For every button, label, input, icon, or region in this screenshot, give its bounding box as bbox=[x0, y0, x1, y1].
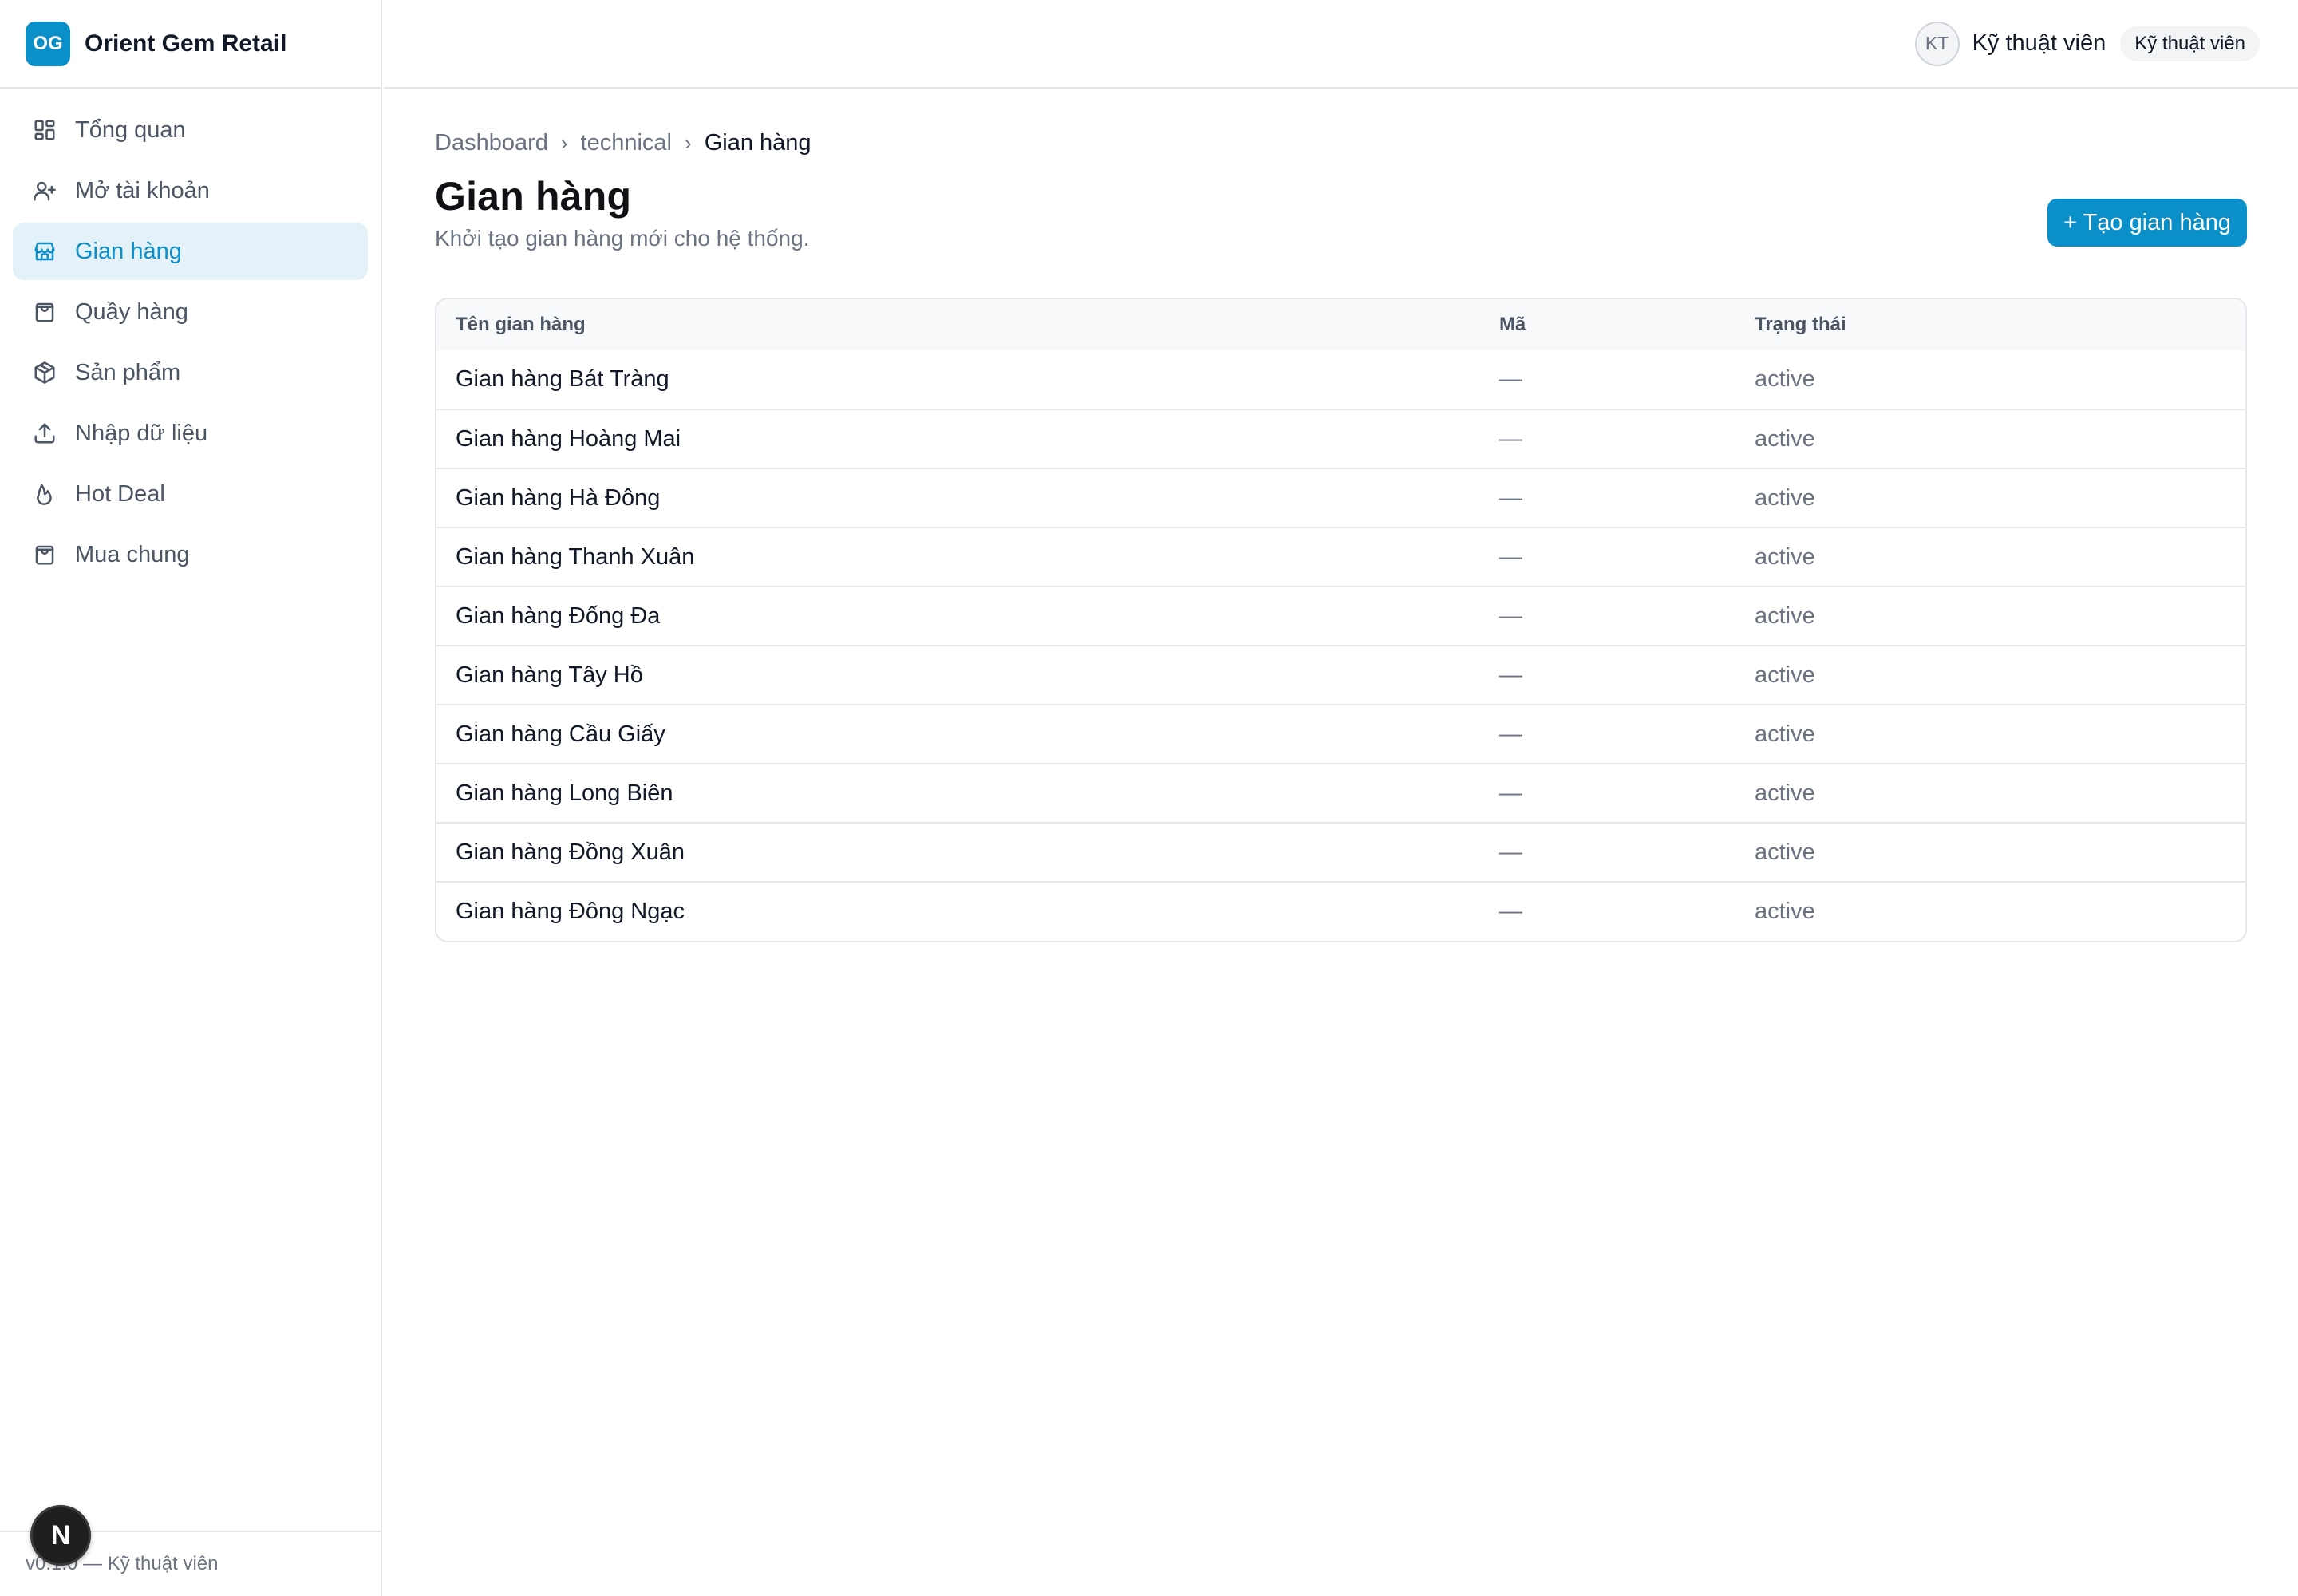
sidebar-item-label: Gian hàng bbox=[75, 238, 182, 264]
store-code: — bbox=[1499, 721, 1522, 747]
table-row[interactable]: Gian hàng Hà Đông — active bbox=[436, 468, 2245, 527]
user-name: Kỹ thuật viên bbox=[1972, 30, 2106, 56]
column-header-status[interactable]: Trạng thái bbox=[1735, 299, 2245, 350]
page-title: Gian hàng bbox=[435, 174, 632, 219]
table-row[interactable]: Gian hàng Đông Ngạc — active bbox=[436, 882, 2245, 941]
top-header: KT Kỹ thuật viên Kỹ thuật viên bbox=[384, 0, 2298, 89]
brand-logo: OG bbox=[26, 21, 70, 66]
stores-table: Tên gian hàng Mã Trạng thái Gian hàng Bá… bbox=[435, 298, 2247, 942]
role-badge: Kỹ thuật viên bbox=[2120, 26, 2260, 61]
store-name: Gian hàng Đông Ngạc bbox=[456, 899, 685, 924]
table-row[interactable]: Gian hàng Bát Tràng — active bbox=[436, 350, 2245, 409]
brand-name: Orient Gem Retail bbox=[85, 30, 287, 57]
table-header-row: Tên gian hàng Mã Trạng thái bbox=[436, 299, 2245, 350]
store-name: Gian hàng Long Biên bbox=[456, 780, 673, 806]
store-name: Gian hàng Hà Đông bbox=[456, 484, 661, 511]
store-name: Gian hàng Đống Đa bbox=[456, 602, 661, 629]
sidebar-item-mo-tai-khoan[interactable]: Mở tài khoản bbox=[13, 162, 368, 219]
brand[interactable]: OG Orient Gem Retail bbox=[0, 0, 381, 89]
column-header-name[interactable]: Tên gian hàng bbox=[436, 299, 1480, 350]
sidebar: OG Orient Gem Retail Tổng quan Mở tài kh… bbox=[0, 0, 382, 1596]
store-code: — bbox=[1499, 425, 1522, 452]
store-name: Gian hàng Thanh Xuân bbox=[456, 543, 695, 570]
breadcrumb: Dashboard › technical › Gian hàng bbox=[435, 127, 2247, 159]
dev-tools-badge[interactable]: N bbox=[30, 1505, 91, 1566]
breadcrumb-link-dashboard[interactable]: Dashboard bbox=[435, 130, 548, 156]
store-code: — bbox=[1499, 662, 1522, 688]
store-status: active bbox=[1755, 839, 1815, 865]
store-status: active bbox=[1755, 780, 1815, 806]
store-code: — bbox=[1499, 602, 1522, 629]
store-icon bbox=[32, 239, 57, 264]
column-header-code[interactable]: Mã bbox=[1480, 299, 1735, 350]
breadcrumb-link-technical[interactable]: technical bbox=[581, 130, 672, 156]
store-status: active bbox=[1755, 899, 1815, 924]
table-row[interactable]: Gian hàng Hoàng Mai — active bbox=[436, 409, 2245, 468]
sidebar-item-quay-hang[interactable]: Quầy hàng bbox=[13, 283, 368, 341]
sidebar-item-label: Mua chung bbox=[75, 541, 190, 567]
store-status: active bbox=[1755, 602, 1815, 629]
upload-icon bbox=[32, 421, 57, 446]
store-status: active bbox=[1755, 721, 1815, 747]
sidebar-item-label: Sản phẩm bbox=[75, 359, 181, 385]
table-row[interactable]: Gian hàng Cầu Giấy — active bbox=[436, 705, 2245, 764]
box-icon bbox=[32, 360, 57, 385]
table-row[interactable]: Gian hàng Đống Đa — active bbox=[436, 587, 2245, 646]
store-status: active bbox=[1755, 425, 1815, 452]
sidebar-item-nhap-du-lieu[interactable]: Nhập dữ liệu bbox=[13, 405, 368, 462]
sidebar-item-tong-quan[interactable]: Tổng quan bbox=[13, 101, 368, 159]
store-name: Gian hàng Hoàng Mai bbox=[456, 425, 681, 452]
store-status: active bbox=[1755, 484, 1815, 511]
shopping-bag-icon bbox=[32, 542, 57, 567]
store-code: — bbox=[1499, 839, 1522, 865]
store-status: active bbox=[1755, 662, 1815, 688]
sidebar-item-gian-hang[interactable]: Gian hàng bbox=[13, 223, 368, 280]
main-content: Dashboard › technical › Gian hàng Gian h… bbox=[435, 89, 2247, 942]
dashboard-icon bbox=[32, 117, 57, 143]
breadcrumb-current: Gian hàng bbox=[704, 129, 811, 156]
table-row[interactable]: Gian hàng Tây Hồ — active bbox=[436, 646, 2245, 705]
page-subtitle: Khởi tạo gian hàng mới cho hệ thống. bbox=[435, 226, 810, 251]
table-row[interactable]: Gian hàng Đồng Xuân — active bbox=[436, 823, 2245, 882]
store-code: — bbox=[1499, 366, 1522, 392]
store-name: Gian hàng Bát Tràng bbox=[456, 366, 669, 392]
user-plus-icon bbox=[32, 178, 57, 203]
store-status: active bbox=[1755, 543, 1815, 570]
sidebar-item-san-pham[interactable]: Sản phẩm bbox=[13, 344, 368, 401]
store-code: — bbox=[1499, 899, 1522, 924]
store-name: Gian hàng Đồng Xuân bbox=[456, 839, 685, 865]
chevron-right-icon: › bbox=[685, 130, 692, 155]
sidebar-item-label: Mở tài khoản bbox=[75, 177, 210, 203]
flame-icon bbox=[32, 481, 57, 507]
table-row[interactable]: Gian hàng Long Biên — active bbox=[436, 764, 2245, 823]
sidebar-item-label: Tổng quan bbox=[75, 117, 186, 143]
store-status: active bbox=[1755, 366, 1815, 392]
chevron-right-icon: › bbox=[560, 130, 568, 155]
shopping-bag-icon bbox=[32, 299, 57, 325]
store-code: — bbox=[1499, 780, 1522, 806]
page-header: Gian hàng Khởi tạo gian hàng mới cho hệ … bbox=[435, 173, 2247, 269]
store-code: — bbox=[1499, 543, 1522, 570]
store-name: Gian hàng Tây Hồ bbox=[456, 662, 643, 688]
table-row[interactable]: Gian hàng Thanh Xuân — active bbox=[436, 527, 2245, 587]
sidebar-item-mua-chung[interactable]: Mua chung bbox=[13, 526, 368, 583]
sidebar-item-label: Hot Deal bbox=[75, 480, 165, 507]
sidebar-nav: Tổng quan Mở tài khoản Gian hàng Quầy hà… bbox=[0, 89, 381, 583]
avatar[interactable]: KT bbox=[1914, 21, 1960, 66]
create-store-button[interactable]: + Tạo gian hàng bbox=[2047, 199, 2247, 247]
sidebar-item-label: Quầy hàng bbox=[75, 298, 188, 325]
store-code: — bbox=[1499, 484, 1522, 511]
sidebar-item-label: Nhập dữ liệu bbox=[75, 420, 208, 446]
sidebar-item-hot-deal[interactable]: Hot Deal bbox=[13, 465, 368, 523]
store-name: Gian hàng Cầu Giấy bbox=[456, 721, 665, 747]
